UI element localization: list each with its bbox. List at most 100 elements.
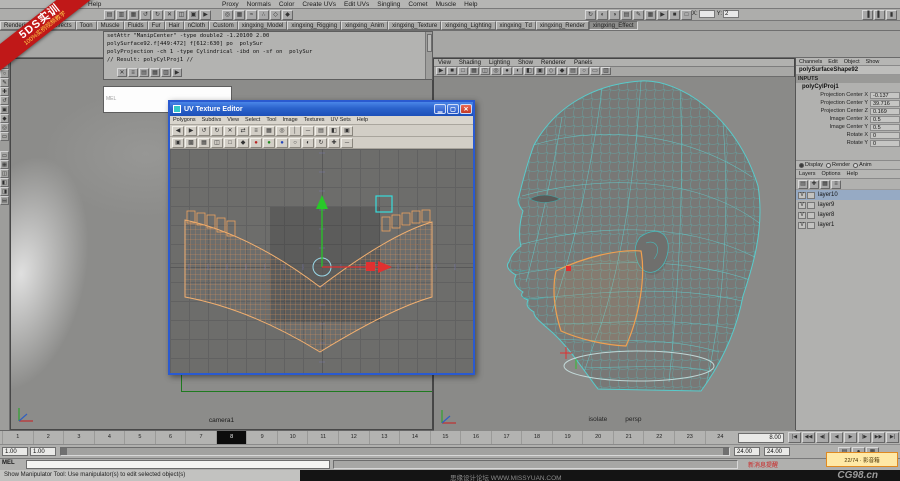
scale-tool-icon[interactable]: ▣ bbox=[0, 105, 9, 114]
frame-cell[interactable]: 13 bbox=[368, 431, 400, 445]
coordinate-field[interactable]: Y: 2 bbox=[717, 10, 740, 18]
viewport-menu[interactable]: Renderer bbox=[537, 59, 570, 66]
wireframe-display-icon[interactable]: ◇ bbox=[546, 67, 556, 75]
layer-mode-radio[interactable]: Anim bbox=[853, 162, 872, 168]
uv-snapshot-icon[interactable]: ◐ bbox=[302, 137, 314, 148]
maximize-button[interactable]: ▢ bbox=[447, 104, 459, 114]
uv-editor-menu[interactable]: Textures bbox=[301, 116, 328, 124]
step-back-frame-icon[interactable]: ◀| bbox=[816, 432, 829, 443]
shelf-tab[interactable]: xingxing_Render bbox=[535, 21, 589, 30]
dim-image-icon[interactable]: ▩ bbox=[185, 137, 197, 148]
minimize-button[interactable]: ▁ bbox=[434, 104, 446, 114]
quick-select-icon[interactable]: ▶ bbox=[657, 10, 668, 20]
anim-end-field[interactable]: 24.00 bbox=[764, 447, 790, 456]
new-layer-icon[interactable]: ✚ bbox=[809, 179, 819, 189]
shelf-tab[interactable]: xingxing_Rigging bbox=[287, 21, 342, 30]
command-language-label[interactable]: MEL bbox=[2, 460, 15, 466]
shelf-tab[interactable]: xingxing_Anim bbox=[341, 21, 389, 30]
highlight-selection-icon[interactable]: ◎ bbox=[222, 10, 233, 20]
shelf-tab[interactable]: xingxing_Effect bbox=[588, 21, 638, 30]
save-script-icon[interactable]: ▦ bbox=[150, 68, 160, 77]
menubar-item[interactable]: Comet bbox=[404, 0, 431, 9]
execute-script-icon[interactable]: ▶ bbox=[172, 68, 182, 77]
menubar-item[interactable]: Color bbox=[275, 0, 299, 9]
time-slider[interactable]: 1 2 3 4 5 6 7 8 9 10 11 12 13 14 15 16 17 18 19 20 21 22 23 24 … bbox=[0, 430, 900, 445]
copy-icon[interactable]: ◫ bbox=[176, 10, 187, 20]
move-tool-icon[interactable]: ✚ bbox=[0, 87, 9, 96]
make-live-icon[interactable]: ◆ bbox=[282, 10, 293, 20]
frame-cell[interactable]: 10 bbox=[276, 431, 308, 445]
redo-icon[interactable]: ↻ bbox=[152, 10, 163, 20]
frame-cell[interactable]: 18 bbox=[521, 431, 552, 445]
render-current-frame-icon[interactable]: ◐ bbox=[597, 10, 608, 20]
layer-playback-toggle[interactable] bbox=[807, 211, 815, 219]
current-time-field[interactable]: 8.00 bbox=[738, 433, 784, 443]
play-forward-icon[interactable]: ▶ bbox=[844, 432, 857, 443]
viewport-menu[interactable]: Shading bbox=[455, 59, 485, 66]
textured-display-icon[interactable]: ▤ bbox=[568, 67, 578, 75]
play-backward-icon[interactable]: ◀ bbox=[830, 432, 843, 443]
cycle-uv-icon[interactable]: ◎ bbox=[276, 125, 288, 136]
echo-commands-icon[interactable]: ≡ bbox=[128, 68, 138, 77]
frame-cell[interactable]: 12 bbox=[338, 431, 369, 445]
layer-visibility-toggle[interactable]: V bbox=[798, 211, 806, 219]
viewport-menu[interactable]: View bbox=[434, 59, 455, 66]
selected-vertex-marker[interactable] bbox=[566, 266, 571, 271]
uv-editor-menu[interactable]: Image bbox=[279, 116, 300, 124]
isolate-uv-icon[interactable]: ◧ bbox=[328, 125, 340, 136]
uv-editor-menu[interactable]: UV Sets bbox=[328, 116, 354, 124]
coordinate-input[interactable] bbox=[698, 10, 715, 18]
layer-editor-menu[interactable]: Help bbox=[843, 170, 860, 178]
object-mode-icon[interactable]: ■ bbox=[669, 10, 680, 20]
frame-cell[interactable]: 24 bbox=[704, 431, 736, 445]
shelf-tab[interactable]: xingxing_Td bbox=[495, 21, 536, 30]
align-u-icon[interactable]: │ bbox=[289, 125, 301, 136]
lights-display-icon[interactable]: ○ bbox=[579, 67, 589, 75]
layer-row[interactable]: V layer9 bbox=[796, 200, 900, 210]
sew-uv-icon[interactable]: ⇄ bbox=[237, 125, 249, 136]
layer-row[interactable]: V layer10 bbox=[796, 190, 900, 200]
playback-start-field[interactable]: 1.00 bbox=[30, 447, 56, 456]
step-fwd-key-icon[interactable]: ▶▶ bbox=[872, 432, 885, 443]
layer-playback-toggle[interactable] bbox=[807, 191, 815, 199]
frame-cell[interactable]: 19 bbox=[551, 431, 583, 445]
select-mode-icon[interactable]: ▶ bbox=[200, 10, 211, 20]
toggle-tool-settings-icon[interactable]: ▌ bbox=[874, 10, 885, 20]
range-end-handle[interactable] bbox=[723, 448, 729, 455]
uv-shell[interactable] bbox=[184, 209, 433, 353]
frame-cell[interactable]: 8 bbox=[215, 431, 247, 445]
close-button[interactable]: ✕ bbox=[460, 104, 472, 114]
xray-display-icon[interactable]: ▥ bbox=[601, 67, 611, 75]
frame-cell[interactable]: 2 bbox=[32, 431, 64, 445]
hypershade-icon[interactable]: ▦ bbox=[645, 10, 656, 20]
uv-options-icon[interactable]: ▣ bbox=[341, 125, 353, 136]
layer-mode-radio[interactable]: Display bbox=[799, 162, 823, 168]
display-image-icon[interactable]: ▣ bbox=[172, 137, 184, 148]
frame-cell[interactable]: 16 bbox=[460, 431, 491, 445]
channel-box-menu[interactable]: Channels bbox=[796, 58, 825, 65]
menubar-item[interactable]: Edit UVs bbox=[340, 0, 373, 9]
menubar-item[interactable]: Singling bbox=[373, 0, 404, 9]
snap-plane-icon[interactable]: ◇ bbox=[270, 10, 281, 20]
field-chart-icon[interactable]: ◐ bbox=[513, 67, 523, 75]
shelf-tab[interactable]: nCloth bbox=[183, 21, 210, 30]
viewport-menu[interactable]: Show bbox=[514, 59, 537, 66]
line-numbers-icon[interactable]: ▤ bbox=[139, 68, 149, 77]
clear-history-icon[interactable]: ✕ bbox=[117, 68, 127, 77]
uv-editor-menu[interactable]: Tool bbox=[263, 116, 279, 124]
range-slider-bar[interactable] bbox=[67, 448, 723, 455]
layer-name[interactable]: layer10 bbox=[818, 192, 838, 198]
menubar-item[interactable]: Proxy bbox=[218, 0, 243, 9]
undo-icon[interactable]: ↺ bbox=[140, 10, 151, 20]
uv-canvas[interactable] bbox=[170, 149, 473, 373]
layer-visibility-toggle[interactable]: V bbox=[798, 201, 806, 209]
cut-uv-icon[interactable]: ✕ bbox=[224, 125, 236, 136]
shelf-tab[interactable]: Custom bbox=[209, 21, 238, 30]
frame-cell[interactable]: 3 bbox=[63, 431, 94, 445]
frame-cell[interactable]: 11 bbox=[307, 431, 338, 445]
cut-icon[interactable]: ✕ bbox=[164, 10, 175, 20]
layer-name[interactable]: layer9 bbox=[818, 202, 834, 208]
step-fwd-frame-icon[interactable]: |▶ bbox=[858, 432, 871, 443]
frame-cell[interactable]: 9 bbox=[246, 431, 277, 445]
anim-start-field[interactable]: 1.00 bbox=[2, 447, 28, 456]
